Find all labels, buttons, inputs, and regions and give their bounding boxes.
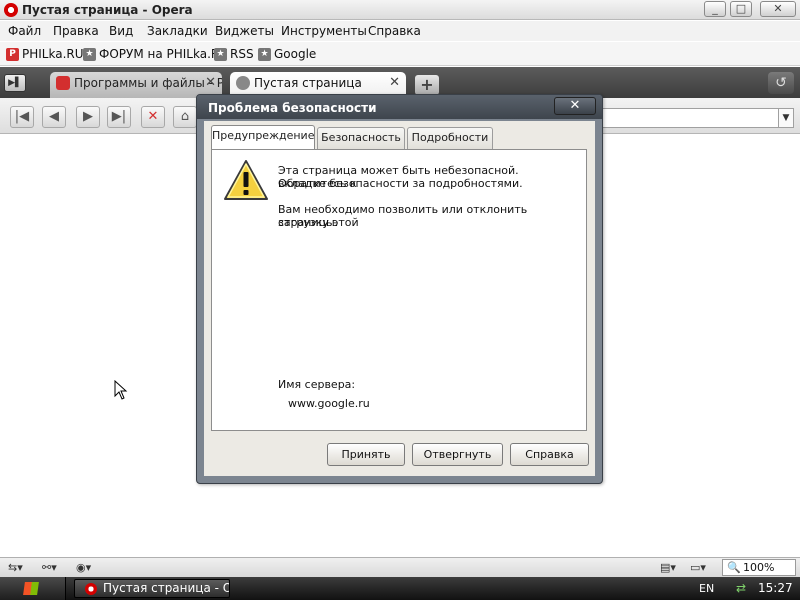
maximize-button[interactable]: □ [730, 1, 752, 17]
address-dropdown-icon[interactable]: ▼ [778, 108, 794, 128]
security-dialog: Проблема безопасности ✕ Предупреждение Б… [196, 94, 603, 484]
help-button[interactable]: Справка [510, 443, 589, 466]
star-icon: ★ [214, 47, 227, 61]
page-icon [236, 76, 250, 90]
taskbar-opera-item[interactable]: Пустая страница - O... [74, 579, 230, 598]
warning-panel: Эта страница может быть небезопасной. Об… [211, 149, 587, 431]
menu-help[interactable]: Справка [368, 24, 421, 38]
opera-logo-icon [4, 3, 18, 17]
status-bar: ⇆▾ ⚯▾ ◉▾ ▤▾ ▭▾ 🔍 100% [0, 557, 800, 577]
close-tab-icon[interactable]: ✕ [205, 72, 216, 94]
tab-label: Программы и файлы - P... [74, 76, 222, 90]
bookmark-label: ФОРУМ на PHILka.RU [99, 47, 229, 61]
closed-tabs-icon[interactable]: ↺ [768, 72, 794, 94]
accept-button[interactable]: Принять [327, 443, 405, 466]
dialog-close-button[interactable]: ✕ [554, 97, 596, 115]
opera-icon [85, 583, 97, 595]
panels-icon[interactable]: ▤▾ [660, 560, 676, 576]
bookmark-rss[interactable]: ★ RSS [214, 47, 254, 61]
windows-logo-icon [23, 582, 39, 595]
back-button[interactable]: ◀ [42, 106, 66, 128]
window-title: Пустая страница - Opera [22, 3, 193, 17]
tab-label: Пустая страница [254, 76, 362, 90]
network-icon[interactable]: ⇄ [736, 582, 750, 594]
zoom-control[interactable]: 🔍 100% [722, 559, 796, 576]
permission-message-line: страницы. [278, 216, 339, 229]
bookmarks-bar: P PHILka.RU ★ ФОРУМ на PHILka.RU ★ RSS ★… [0, 42, 800, 66]
new-tab-button[interactable]: + [415, 75, 439, 95]
panel-toggle-button[interactable]: ▶▌ [4, 74, 26, 92]
philka-icon: P [6, 47, 19, 61]
minimize-button[interactable]: _ [704, 1, 726, 17]
forward-button[interactable]: ▶ [76, 106, 100, 128]
menu-edit[interactable]: Правка [53, 24, 99, 38]
home-button[interactable]: ⌂ [173, 106, 197, 128]
rewind-button[interactable]: |◀ [10, 106, 34, 128]
menu-file[interactable]: Файл [8, 24, 41, 38]
close-window-button[interactable]: ✕ [760, 1, 796, 17]
bookmark-label: Google [274, 47, 317, 61]
star-icon: ★ [83, 47, 96, 61]
turbo-icon[interactable]: ◉▾ [76, 560, 91, 576]
menu-widgets[interactable]: Виджеты [215, 24, 274, 38]
tab-programs[interactable]: Программы и файлы - P... ✕ [50, 72, 222, 98]
server-name-value: www.google.ru [288, 397, 370, 410]
zoom-value: 100% [743, 561, 775, 574]
warning-message-line: вкладке безопасности за подробностями. [278, 177, 523, 190]
start-button[interactable] [0, 577, 66, 600]
stop-button[interactable]: ✕ [141, 106, 165, 128]
tab-details[interactable]: Подробности [407, 127, 493, 149]
bookmark-philka[interactable]: P PHILka.RU [6, 47, 84, 61]
unite-icon[interactable]: ⚯▾ [42, 560, 57, 576]
menu-tools[interactable]: Инструменты [281, 24, 367, 38]
server-name-label: Имя сервера: [278, 378, 356, 391]
clock: 15:27 [758, 581, 793, 595]
dialog-body: Предупреждение Безопасность Подробности … [204, 121, 595, 476]
bookmark-google[interactable]: ★ Google [258, 47, 316, 61]
star-icon: ★ [258, 47, 271, 61]
address-field[interactable] [600, 108, 778, 128]
dialog-titlebar: Проблема безопасности [197, 95, 602, 119]
fast-forward-button[interactable]: ▶| [107, 106, 131, 128]
menu-view[interactable]: Вид [109, 24, 133, 38]
menu-bar: Файл Правка Вид Закладки Виджеты Инструм… [0, 21, 800, 41]
reject-button[interactable]: Отвергнуть [412, 443, 503, 466]
warning-icon [224, 160, 268, 200]
view-icon[interactable]: ▭▾ [690, 560, 706, 576]
bookmark-forum[interactable]: ★ ФОРУМ на PHILka.RU [83, 47, 228, 61]
magnifier-icon: 🔍 [727, 561, 741, 574]
tab-warning[interactable]: Предупреждение [211, 125, 315, 149]
sync-icon[interactable]: ⇆▾ [8, 560, 23, 576]
language-indicator[interactable]: EN [699, 582, 714, 595]
bookmark-label: PHILka.RU [22, 47, 84, 61]
mouse-cursor-icon [114, 380, 128, 400]
taskbar: Пустая страница - O... EN ⇄ 15:27 [0, 577, 800, 600]
window-titlebar: Пустая страница - Opera _ □ ✕ [0, 0, 800, 20]
dialog-title: Проблема безопасности [208, 101, 377, 115]
taskbar-item-label: Пустая страница - O... [103, 581, 230, 595]
tab-security[interactable]: Безопасность [317, 127, 405, 149]
bookmark-label: RSS [230, 47, 254, 61]
philka-icon [56, 76, 70, 90]
close-tab-icon[interactable]: ✕ [389, 72, 400, 94]
menu-bookmarks[interactable]: Закладки [147, 24, 208, 38]
